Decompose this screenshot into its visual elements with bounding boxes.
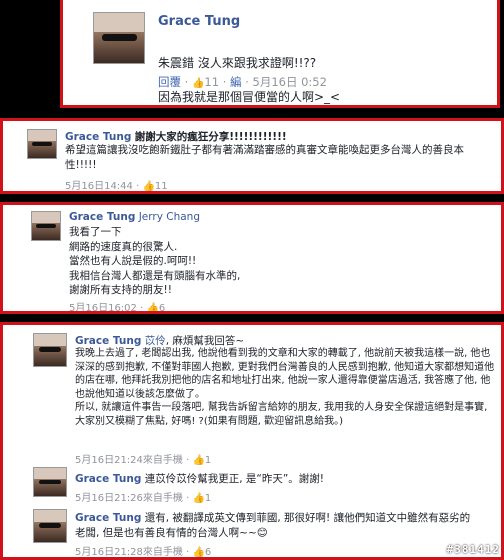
- commenter-name[interactable]: Grace Tung: [65, 131, 131, 143]
- comment-meta: 5月16日16:02 · 👍6: [69, 303, 166, 314]
- commenter-name[interactable]: Grace Tung: [75, 473, 141, 485]
- comment-text-block: Grace Tung 還有, 被翻譯成英文傳到菲國, 那很好啊! 讓他們知道文中…: [75, 511, 475, 540]
- comment-panel-4: Grace Tung 苡伶, 麻煩幫我回答~ 我晚上去過了, 老闆認出我, 他說…: [0, 322, 504, 560]
- comment-meta: 5月16日14:44 · 👍11: [65, 181, 168, 192]
- comment-panel-2: Grace Tung 謝謝大家的瘋狂分享!!!!!!!!!!!! 希望這篇讓我沒…: [0, 118, 504, 194]
- avatar[interactable]: [27, 129, 57, 159]
- mention-link[interactable]: Jerry Chang: [139, 211, 200, 223]
- like-count: 1: [204, 493, 212, 504]
- comment-body: 我看了一下 網路的速度真的很驚人. 當然也有人說是假的.呵呵!! 我相信台灣人都…: [69, 226, 241, 296]
- timestamp[interactable]: 5月16日16:02: [69, 303, 137, 311]
- commenter-name[interactable]: Grace Tung: [69, 211, 135, 223]
- comment-meta: 回覆 · 👍11 · 編 · 5月16日 0:52: [158, 75, 327, 89]
- like-icon[interactable]: 👍: [192, 455, 204, 466]
- timestamp[interactable]: 5月16日14:44: [65, 181, 133, 191]
- comment-line-1: 朱震錯 沒人來跟我求證啊!!??: [158, 56, 317, 70]
- like-icon[interactable]: 👍: [192, 493, 204, 504]
- comment-panel-3: Grace Tung Jerry Chang 我看了一下 網路的速度真的很驚人.…: [0, 202, 504, 314]
- like-count: 11: [204, 75, 220, 89]
- comment-lead: 謝謝大家的瘋狂分享!!!!!!!!!!!!: [134, 131, 287, 143]
- like-icon[interactable]: 👍: [192, 547, 204, 557]
- commenter-name[interactable]: Grace Tung: [75, 335, 141, 347]
- comment-lead: , 麻煩幫我回答~: [165, 335, 245, 347]
- avatar[interactable]: [33, 333, 67, 367]
- timestamp[interactable]: 5月16日21:24來自手機: [75, 455, 183, 466]
- timestamp[interactable]: 5月16日 0:52: [253, 75, 327, 89]
- avatar[interactable]: [93, 12, 145, 64]
- like-icon[interactable]: 👍: [142, 181, 154, 191]
- mention-link[interactable]: 苡伶: [145, 335, 166, 347]
- reply-link[interactable]: 回覆: [158, 75, 181, 89]
- commenter-name[interactable]: Grace Tung: [75, 512, 141, 524]
- watermark: #381412: [446, 543, 500, 556]
- like-icon[interactable]: 👍: [146, 303, 158, 311]
- avatar[interactable]: [33, 467, 67, 497]
- comment-line-2: 因為我就是那個冒便當的人啊>_<: [158, 90, 341, 104]
- avatar[interactable]: [31, 211, 61, 241]
- commenter-name[interactable]: Grace Tung: [158, 14, 240, 29]
- edit-link[interactable]: 編: [230, 75, 242, 89]
- comment-meta: 5月16日21:24來自手機 · 👍1: [75, 455, 212, 466]
- like-count: 11: [154, 181, 168, 192]
- like-count: 1: [204, 455, 212, 466]
- timestamp[interactable]: 5月16日21:26來自手機: [75, 493, 183, 504]
- comment-text: 連苡伶苡伶幫我更正, 是“昨天”。謝謝!: [144, 473, 324, 485]
- comment-meta: 5月16日21:28來自手機 · 👍6: [75, 547, 212, 558]
- comment-body: 希望這篇讓我沒吃飽新鐵肚子都有著滿滿踏審感的真審文章能喚起更多台灣人的善良本性!…: [65, 144, 464, 171]
- timestamp[interactable]: 5月16日21:28來自手機: [75, 547, 183, 557]
- like-count: 6: [158, 303, 166, 314]
- smile-emoji-icon: 😊: [256, 526, 268, 539]
- comment-body: 我晚上去過了, 老闆認出我, 他說他看到我的文章和大家的轉載了, 他說前天被我這…: [75, 348, 495, 427]
- like-icon[interactable]: 👍: [192, 78, 204, 89]
- comment-panel-1: Grace Tung 朱震錯 沒人來跟我求證啊!!?? 因為我就是那個冒便當的人…: [60, 0, 500, 108]
- like-count: 6: [204, 547, 212, 558]
- avatar[interactable]: [33, 509, 67, 543]
- comment-text: 朱震錯 沒人來跟我求證啊!!?? 因為我就是那個冒便當的人啊>_<: [158, 38, 341, 105]
- comment-meta: 5月16日21:26來自手機 · 👍1: [75, 493, 212, 504]
